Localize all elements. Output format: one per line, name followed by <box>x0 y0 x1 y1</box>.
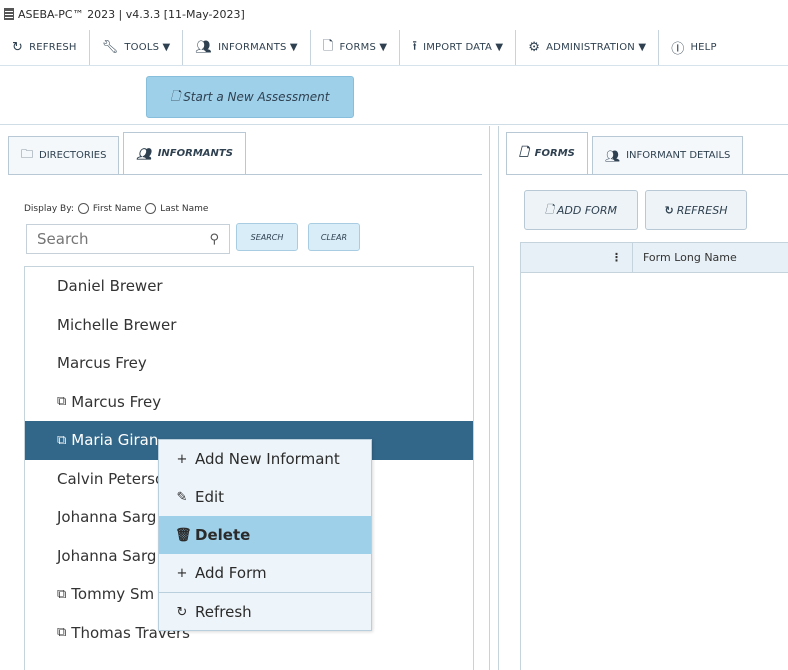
left-tab-underline <box>8 174 482 175</box>
toolbar-informants-menu[interactable]: 👥︎ Informants ▼ <box>183 30 311 65</box>
menu-item-edit[interactable]: ✎ Edit <box>159 478 371 516</box>
people-icon: 👥︎ <box>604 148 621 163</box>
upload-icon: ⭱ <box>412 38 418 54</box>
display-by-options: Display By: First Name Last Name <box>24 203 209 214</box>
menu-item-refresh[interactable]: ↻ Refresh <box>159 593 371 631</box>
menu-item-delete[interactable]: 🗑︎ Delete <box>159 516 371 554</box>
column-menu-icon[interactable]: ⋮ <box>521 242 633 273</box>
folder-icon: 🗀 <box>21 147 34 161</box>
tab-informants[interactable]: 👥︎ Informants <box>123 132 246 174</box>
section-divider <box>0 124 788 125</box>
menu-item-add-new-informant[interactable]: + Add New Informant <box>159 440 371 478</box>
list-item[interactable]: Marcus Frey <box>25 344 473 383</box>
toolbar-administration-menu[interactable]: ⚙ Administration ▼ <box>516 30 660 65</box>
people-icon: 👥︎ <box>136 146 152 161</box>
refresh-forms-button[interactable]: ↻ Refresh <box>645 190 747 230</box>
list-item[interactable]: Michelle Brewer <box>25 306 473 345</box>
add-form-button[interactable]: 🗋 Add Form <box>524 190 638 230</box>
refresh-icon: ↻ <box>664 203 674 217</box>
linked-document-icon: ⧉ <box>57 394 67 410</box>
right-tab-underline <box>506 174 788 175</box>
new-document-icon: 🗋 <box>170 88 181 103</box>
column-header-form-long-name[interactable]: Form Long Name <box>633 251 737 264</box>
radio-first-name[interactable] <box>77 203 89 214</box>
list-item[interactable]: ⧉ Marcus Frey <box>25 383 473 422</box>
right-tab-bar: 🗋 Forms 👥︎ Informant Details <box>506 132 747 174</box>
forms-grid-header: ⋮ Form Long Name <box>521 242 788 273</box>
plus-icon: + <box>176 565 188 581</box>
tab-directories[interactable]: 🗀 Directories <box>8 136 120 174</box>
main-toolbar: ↻ Refresh 🔧︎ Tools ▼ 👥︎ Informants ▼ 🗋 F… <box>0 30 788 66</box>
linked-document-icon: ⧉ <box>57 625 67 641</box>
start-new-assessment-button[interactable]: 🗋 Start a New Assessment <box>146 76 354 118</box>
people-icon: 👥︎ <box>195 40 213 55</box>
tab-informant-details[interactable]: 👥︎ Informant Details <box>591 136 744 174</box>
toolbar-help-menu[interactable]: ⓘ Help <box>659 30 728 65</box>
forms-grid: ⋮ Form Long Name <box>520 242 788 670</box>
app-icon <box>4 8 14 20</box>
left-tab-bar: 🗀 Directories 👥︎ Informants <box>8 132 250 174</box>
toolbar-tools-menu[interactable]: 🔧︎ Tools ▼ <box>90 30 184 65</box>
search-icon[interactable]: ⚲ <box>209 232 219 247</box>
linked-document-icon: ⧉ <box>57 432 67 448</box>
pencil-icon: ✎ <box>176 489 188 505</box>
menu-item-add-form[interactable]: + Add Form <box>159 554 371 592</box>
refresh-icon: ↻ <box>12 40 24 55</box>
radio-last-name[interactable] <box>145 203 157 214</box>
linked-document-icon: ⧉ <box>57 586 67 602</box>
title-bar: ASEBA-PC™ 2023 | v4.3.3 [11-May-2023] <box>0 0 788 28</box>
gear-icon: ⚙ <box>528 40 541 55</box>
window-title: ASEBA-PC™ 2023 | v4.3.3 [11-May-2023] <box>18 7 245 21</box>
list-item[interactable]: Daniel Brewer <box>25 267 473 306</box>
context-menu: + Add New Informant ✎ Edit 🗑︎ Delete + A… <box>158 439 372 631</box>
search-input[interactable] <box>37 230 210 248</box>
toolbar-import-data-menu[interactable]: ⭱ Import Data ▼ <box>400 30 517 65</box>
trash-icon: 🗑︎ <box>175 527 192 543</box>
toolbar-refresh-button[interactable]: ↻ Refresh <box>0 30 90 65</box>
clear-button[interactable]: Clear <box>308 223 360 251</box>
refresh-icon: ↻ <box>176 604 188 620</box>
toolbar-forms-menu[interactable]: 🗋 Forms ▼ <box>311 30 401 65</box>
document-icon: 🗋 <box>322 38 334 54</box>
search-button[interactable]: Search <box>236 223 298 251</box>
search-field: ⚲ <box>26 224 230 254</box>
tab-forms[interactable]: 🗋 Forms <box>506 132 588 174</box>
wrench-icon: 🔧︎ <box>101 40 119 55</box>
help-icon: ⓘ <box>671 42 685 57</box>
plus-icon: + <box>176 451 188 467</box>
new-document-icon: 🗋 <box>545 202 554 216</box>
document-icon: 🗋 <box>519 145 529 159</box>
